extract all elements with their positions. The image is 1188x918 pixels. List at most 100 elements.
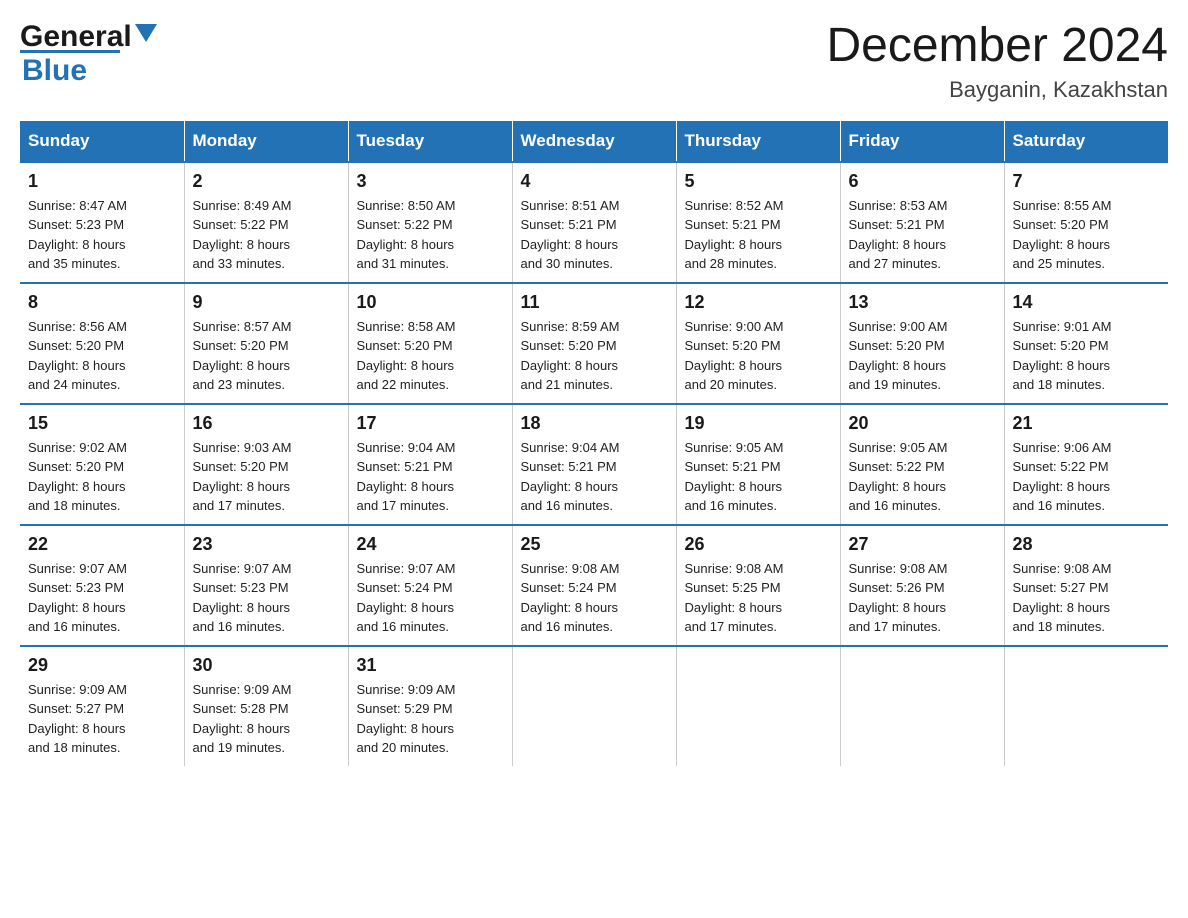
day-info: Sunrise: 9:06 AM Sunset: 5:22 PM Dayligh… <box>1013 438 1161 516</box>
day-info: Sunrise: 8:56 AM Sunset: 5:20 PM Dayligh… <box>28 317 176 395</box>
day-number: 4 <box>521 171 668 192</box>
day-info: Sunrise: 8:59 AM Sunset: 5:20 PM Dayligh… <box>521 317 668 395</box>
table-row: 24 Sunrise: 9:07 AM Sunset: 5:24 PM Dayl… <box>348 525 512 646</box>
day-number: 29 <box>28 655 176 676</box>
day-info: Sunrise: 9:02 AM Sunset: 5:20 PM Dayligh… <box>28 438 176 516</box>
weekday-header-row: Sunday Monday Tuesday Wednesday Thursday… <box>20 121 1168 162</box>
day-info: Sunrise: 9:07 AM Sunset: 5:24 PM Dayligh… <box>357 559 504 637</box>
day-info: Sunrise: 9:07 AM Sunset: 5:23 PM Dayligh… <box>28 559 176 637</box>
day-number: 12 <box>685 292 832 313</box>
day-info: Sunrise: 9:09 AM Sunset: 5:29 PM Dayligh… <box>357 680 504 758</box>
table-row: 9 Sunrise: 8:57 AM Sunset: 5:20 PM Dayli… <box>184 283 348 404</box>
day-number: 2 <box>193 171 340 192</box>
main-title: December 2024 <box>826 20 1168 73</box>
table-row: 13 Sunrise: 9:00 AM Sunset: 5:20 PM Dayl… <box>840 283 1004 404</box>
day-info: Sunrise: 8:53 AM Sunset: 5:21 PM Dayligh… <box>849 196 996 274</box>
day-info: Sunrise: 9:03 AM Sunset: 5:20 PM Dayligh… <box>193 438 340 516</box>
day-info: Sunrise: 9:09 AM Sunset: 5:28 PM Dayligh… <box>193 680 340 758</box>
table-row: 10 Sunrise: 8:58 AM Sunset: 5:20 PM Dayl… <box>348 283 512 404</box>
header-friday: Friday <box>840 121 1004 162</box>
calendar-table: Sunday Monday Tuesday Wednesday Thursday… <box>20 121 1168 766</box>
day-number: 11 <box>521 292 668 313</box>
day-info: Sunrise: 9:05 AM Sunset: 5:21 PM Dayligh… <box>685 438 832 516</box>
day-info: Sunrise: 9:07 AM Sunset: 5:23 PM Dayligh… <box>193 559 340 637</box>
day-number: 13 <box>849 292 996 313</box>
table-row <box>840 646 1004 766</box>
day-info: Sunrise: 8:57 AM Sunset: 5:20 PM Dayligh… <box>193 317 340 395</box>
header-monday: Monday <box>184 121 348 162</box>
day-info: Sunrise: 8:49 AM Sunset: 5:22 PM Dayligh… <box>193 196 340 274</box>
day-number: 18 <box>521 413 668 434</box>
header-saturday: Saturday <box>1004 121 1168 162</box>
calendar-week-row: 1 Sunrise: 8:47 AM Sunset: 5:23 PM Dayli… <box>20 162 1168 283</box>
table-row: 16 Sunrise: 9:03 AM Sunset: 5:20 PM Dayl… <box>184 404 348 525</box>
table-row: 6 Sunrise: 8:53 AM Sunset: 5:21 PM Dayli… <box>840 162 1004 283</box>
calendar-week-row: 8 Sunrise: 8:56 AM Sunset: 5:20 PM Dayli… <box>20 283 1168 404</box>
table-row: 22 Sunrise: 9:07 AM Sunset: 5:23 PM Dayl… <box>20 525 184 646</box>
day-info: Sunrise: 9:01 AM Sunset: 5:20 PM Dayligh… <box>1013 317 1161 395</box>
logo: General Blue <box>20 20 157 88</box>
table-row: 11 Sunrise: 8:59 AM Sunset: 5:20 PM Dayl… <box>512 283 676 404</box>
table-row: 14 Sunrise: 9:01 AM Sunset: 5:20 PM Dayl… <box>1004 283 1168 404</box>
table-row: 21 Sunrise: 9:06 AM Sunset: 5:22 PM Dayl… <box>1004 404 1168 525</box>
day-info: Sunrise: 9:08 AM Sunset: 5:27 PM Dayligh… <box>1013 559 1161 637</box>
day-number: 24 <box>357 534 504 555</box>
table-row: 29 Sunrise: 9:09 AM Sunset: 5:27 PM Dayl… <box>20 646 184 766</box>
day-info: Sunrise: 8:51 AM Sunset: 5:21 PM Dayligh… <box>521 196 668 274</box>
table-row: 19 Sunrise: 9:05 AM Sunset: 5:21 PM Dayl… <box>676 404 840 525</box>
day-info: Sunrise: 8:50 AM Sunset: 5:22 PM Dayligh… <box>357 196 504 274</box>
day-number: 31 <box>357 655 504 676</box>
day-info: Sunrise: 9:00 AM Sunset: 5:20 PM Dayligh… <box>849 317 996 395</box>
table-row: 26 Sunrise: 9:08 AM Sunset: 5:25 PM Dayl… <box>676 525 840 646</box>
table-row: 4 Sunrise: 8:51 AM Sunset: 5:21 PM Dayli… <box>512 162 676 283</box>
day-number: 22 <box>28 534 176 555</box>
table-row <box>676 646 840 766</box>
table-row: 18 Sunrise: 9:04 AM Sunset: 5:21 PM Dayl… <box>512 404 676 525</box>
table-row: 8 Sunrise: 8:56 AM Sunset: 5:20 PM Dayli… <box>20 283 184 404</box>
day-number: 15 <box>28 413 176 434</box>
day-number: 28 <box>1013 534 1161 555</box>
day-number: 20 <box>849 413 996 434</box>
table-row: 17 Sunrise: 9:04 AM Sunset: 5:21 PM Dayl… <box>348 404 512 525</box>
day-info: Sunrise: 9:04 AM Sunset: 5:21 PM Dayligh… <box>521 438 668 516</box>
table-row <box>512 646 676 766</box>
table-row: 7 Sunrise: 8:55 AM Sunset: 5:20 PM Dayli… <box>1004 162 1168 283</box>
day-info: Sunrise: 9:04 AM Sunset: 5:21 PM Dayligh… <box>357 438 504 516</box>
logo-triangle-icon <box>135 24 157 46</box>
calendar-week-row: 29 Sunrise: 9:09 AM Sunset: 5:27 PM Dayl… <box>20 646 1168 766</box>
table-row: 3 Sunrise: 8:50 AM Sunset: 5:22 PM Dayli… <box>348 162 512 283</box>
day-number: 30 <box>193 655 340 676</box>
day-info: Sunrise: 8:58 AM Sunset: 5:20 PM Dayligh… <box>357 317 504 395</box>
header-tuesday: Tuesday <box>348 121 512 162</box>
day-number: 1 <box>28 171 176 192</box>
day-number: 10 <box>357 292 504 313</box>
table-row: 12 Sunrise: 9:00 AM Sunset: 5:20 PM Dayl… <box>676 283 840 404</box>
table-row: 20 Sunrise: 9:05 AM Sunset: 5:22 PM Dayl… <box>840 404 1004 525</box>
table-row: 15 Sunrise: 9:02 AM Sunset: 5:20 PM Dayl… <box>20 404 184 525</box>
day-info: Sunrise: 8:52 AM Sunset: 5:21 PM Dayligh… <box>685 196 832 274</box>
table-row: 28 Sunrise: 9:08 AM Sunset: 5:27 PM Dayl… <box>1004 525 1168 646</box>
header-thursday: Thursday <box>676 121 840 162</box>
day-number: 14 <box>1013 292 1161 313</box>
day-number: 5 <box>685 171 832 192</box>
subtitle: Bayganin, Kazakhstan <box>826 77 1168 103</box>
day-number: 23 <box>193 534 340 555</box>
day-info: Sunrise: 9:05 AM Sunset: 5:22 PM Dayligh… <box>849 438 996 516</box>
header-sunday: Sunday <box>20 121 184 162</box>
logo-blue: Blue <box>22 54 87 88</box>
day-number: 27 <box>849 534 996 555</box>
table-row: 31 Sunrise: 9:09 AM Sunset: 5:29 PM Dayl… <box>348 646 512 766</box>
day-number: 8 <box>28 292 176 313</box>
day-number: 26 <box>685 534 832 555</box>
table-row <box>1004 646 1168 766</box>
day-info: Sunrise: 8:47 AM Sunset: 5:23 PM Dayligh… <box>28 196 176 274</box>
table-row: 27 Sunrise: 9:08 AM Sunset: 5:26 PM Dayl… <box>840 525 1004 646</box>
day-info: Sunrise: 9:08 AM Sunset: 5:25 PM Dayligh… <box>685 559 832 637</box>
table-row: 1 Sunrise: 8:47 AM Sunset: 5:23 PM Dayli… <box>20 162 184 283</box>
day-info: Sunrise: 9:08 AM Sunset: 5:24 PM Dayligh… <box>521 559 668 637</box>
day-info: Sunrise: 9:00 AM Sunset: 5:20 PM Dayligh… <box>685 317 832 395</box>
table-row: 30 Sunrise: 9:09 AM Sunset: 5:28 PM Dayl… <box>184 646 348 766</box>
day-number: 7 <box>1013 171 1161 192</box>
day-info: Sunrise: 8:55 AM Sunset: 5:20 PM Dayligh… <box>1013 196 1161 274</box>
day-number: 9 <box>193 292 340 313</box>
